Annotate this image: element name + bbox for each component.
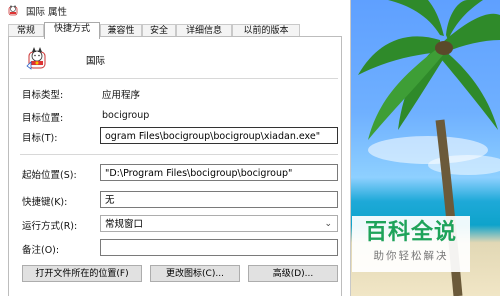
properties-dialog: 国际 属性 常规 快捷方式 兼容性 安全 详细信息 以前的版本 国际 目标类型:… <box>0 0 351 296</box>
divider <box>20 78 338 79</box>
shortcut-key-label: 快捷键(K): <box>22 197 68 208</box>
tab-shortcut[interactable]: 快捷方式 <box>44 22 100 39</box>
window-title: 国际 属性 <box>26 7 68 18</box>
lucky-cat-icon <box>8 5 18 16</box>
target-type-label: 目标类型: <box>22 90 64 101</box>
start-in-label: 起始位置(S): <box>22 170 77 181</box>
comment-input[interactable] <box>100 239 338 256</box>
target-location-label: 目标位置: <box>22 113 64 124</box>
watermark-title: 百科全说 <box>364 220 457 245</box>
watermark: 百科全说 助你轻松解决 <box>352 216 470 272</box>
target-type-value: 应用程序 <box>102 90 141 101</box>
advanced-button[interactable]: 高级(D)... <box>248 265 338 282</box>
open-file-location-button[interactable]: 打开文件所在的位置(F) <box>22 265 142 282</box>
start-in-input[interactable]: "D:\Program Files\bocigroup\bocigroup" <box>100 164 338 181</box>
change-icon-button[interactable]: 更改图标(C)... <box>150 265 240 282</box>
run-label: 运行方式(R): <box>22 221 78 232</box>
comment-label: 备注(O): <box>22 245 60 256</box>
run-select-value: 常规窗口 <box>105 219 144 230</box>
title-bar: 国际 属性 <box>0 0 350 20</box>
shortcut-name: 国际 <box>86 56 106 67</box>
shortcut-key-input[interactable]: 无 <box>100 191 338 208</box>
chevron-down-icon: ⌄ <box>324 219 332 229</box>
target-input[interactable]: ogram Files\bocigroup\bocigroup\xiadan.e… <box>100 127 338 144</box>
target-label: 目标(T): <box>22 133 58 144</box>
lucky-cat-icon <box>26 47 46 70</box>
run-select[interactable]: 常规窗口 ⌄ <box>100 215 338 232</box>
watermark-subtitle: 助你轻松解决 <box>373 250 449 262</box>
divider <box>20 154 338 155</box>
target-location-value: bocigroup <box>102 110 150 121</box>
